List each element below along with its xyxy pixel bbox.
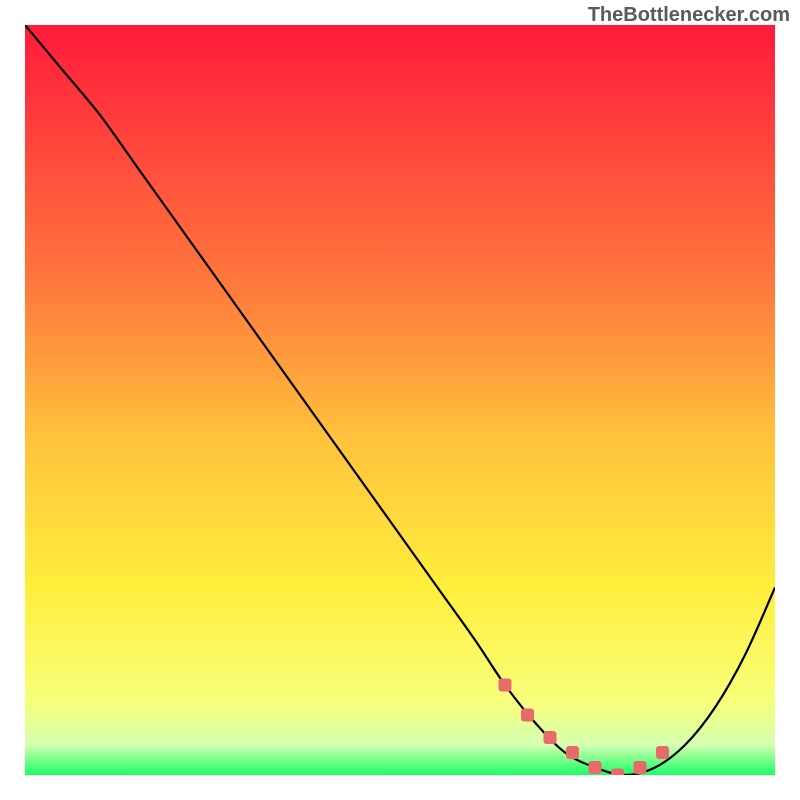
highlight-dot [544,731,557,744]
highlight-dot [521,709,534,722]
plot-area [25,25,775,775]
chart-container: TheBottlenecker.com [0,0,800,800]
highlight-dot [566,746,579,759]
highlight-dot [656,746,669,759]
highlight-dot [499,679,512,692]
highlight-dot [634,761,647,774]
watermark-text: TheBottlenecker.com [588,4,790,27]
gradient-background [25,25,775,775]
chart-svg [25,25,775,775]
highlight-dot [589,761,602,774]
highlight-dot [611,769,624,776]
